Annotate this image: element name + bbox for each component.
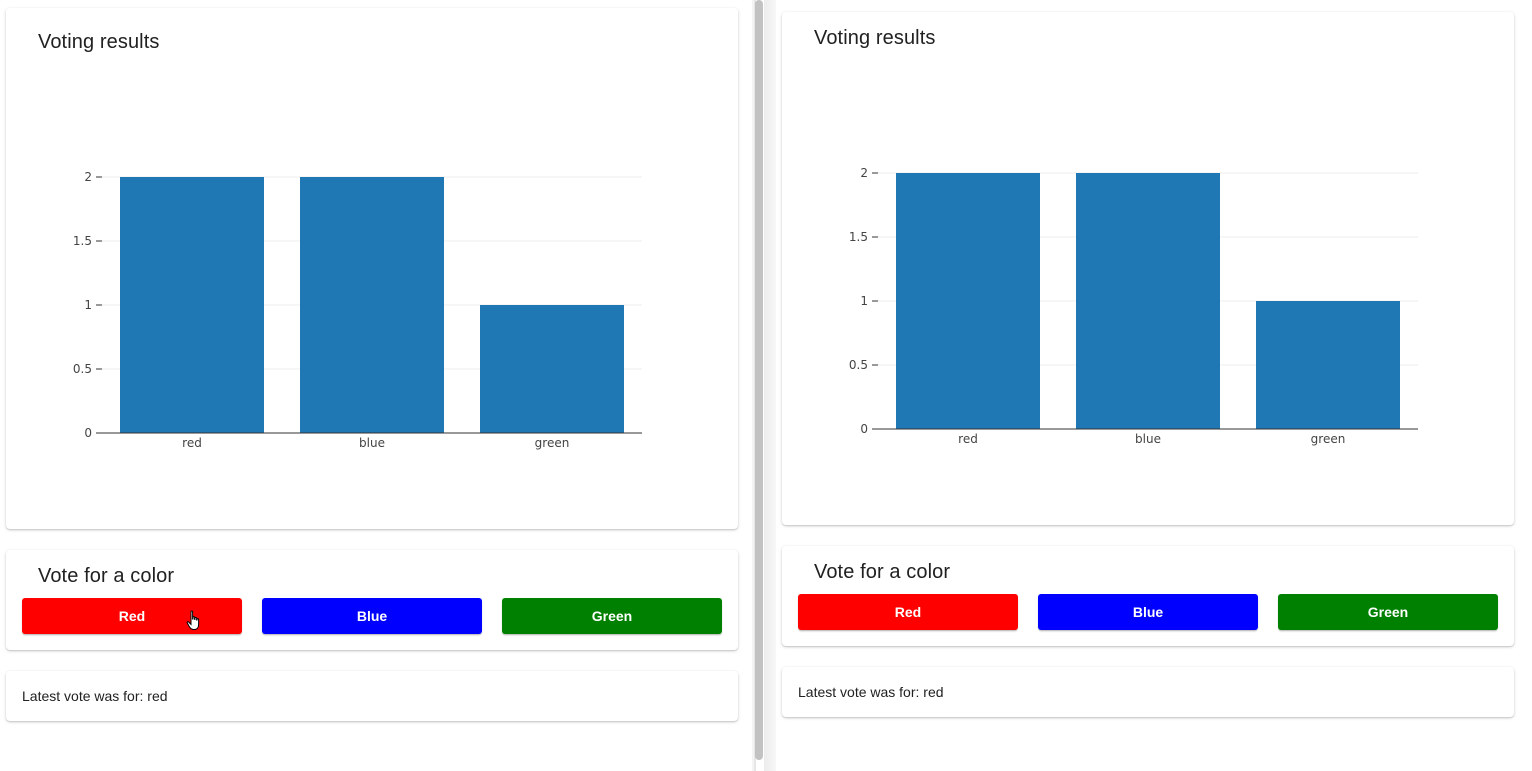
vote-green-button[interactable]: Green — [1278, 594, 1498, 630]
voting-results-chart: 0 0.5 1 1.5 2 red blue green — [73, 170, 642, 450]
bar-green[interactable] — [480, 305, 624, 433]
y-tick-label: 2 — [84, 170, 92, 184]
y-tick-label: 1.5 — [849, 230, 868, 244]
y-tick-label: 0 — [860, 422, 868, 436]
y-tick-label: 2 — [860, 166, 868, 180]
x-tick-label: red — [182, 436, 202, 450]
bar-red[interactable] — [120, 177, 264, 433]
x-tick-label: green — [535, 436, 570, 450]
x-tick-label: red — [958, 432, 978, 446]
vote-card: Vote for a color Red Blue Green — [6, 550, 738, 650]
vote-red-button[interactable]: Red — [22, 598, 242, 634]
vote-title: Vote for a color — [814, 561, 951, 583]
y-tick-label: 1 — [860, 294, 868, 308]
scrollbar-thumb[interactable] — [755, 0, 763, 760]
voting-results-card: Voting results 0 0.5 1 1.5 2 red blue green — [782, 12, 1514, 525]
bar-blue[interactable] — [1076, 173, 1220, 429]
vote-red-button[interactable]: Red — [798, 594, 1018, 630]
bar-red[interactable] — [896, 173, 1040, 429]
y-tick-label: 0 — [84, 426, 92, 440]
app-pane-right: Voting results 0 0.5 1 1.5 2 red blue green Vot… — [776, 0, 1532, 771]
vote-title: Vote for a color — [38, 565, 175, 587]
y-tick-label: 1.5 — [73, 234, 92, 248]
app-pane-left: Voting results 0 0.5 1 1.5 2 red blue green Vot… — [0, 0, 752, 771]
voting-results-card: Voting results 0 0.5 1 1.5 2 red blue green — [6, 8, 738, 529]
bar-blue[interactable] — [300, 177, 444, 433]
vote-blue-button[interactable]: Blue — [262, 598, 482, 634]
voting-results-chart: 0 0.5 1 1.5 2 red blue green — [849, 166, 1418, 446]
latest-vote-card: Latest vote was for: red — [6, 671, 738, 721]
y-tick-label: 1 — [84, 298, 92, 312]
latest-vote-text: Latest vote was for: red — [798, 684, 944, 700]
vote-card: Vote for a color Red Blue Green — [782, 546, 1514, 646]
hand-pointer-icon — [186, 610, 200, 630]
x-tick-label: green — [1311, 432, 1346, 446]
y-tick-label: 0.5 — [849, 358, 868, 372]
bar-green[interactable] — [1256, 301, 1400, 429]
latest-vote-text: Latest vote was for: red — [22, 688, 168, 704]
x-tick-label: blue — [1135, 432, 1161, 446]
x-tick-label: blue — [359, 436, 385, 450]
latest-vote-card: Latest vote was for: red — [782, 667, 1514, 717]
vote-green-button[interactable]: Green — [502, 598, 722, 634]
vote-blue-button[interactable]: Blue — [1038, 594, 1258, 630]
y-tick-label: 0.5 — [73, 362, 92, 376]
